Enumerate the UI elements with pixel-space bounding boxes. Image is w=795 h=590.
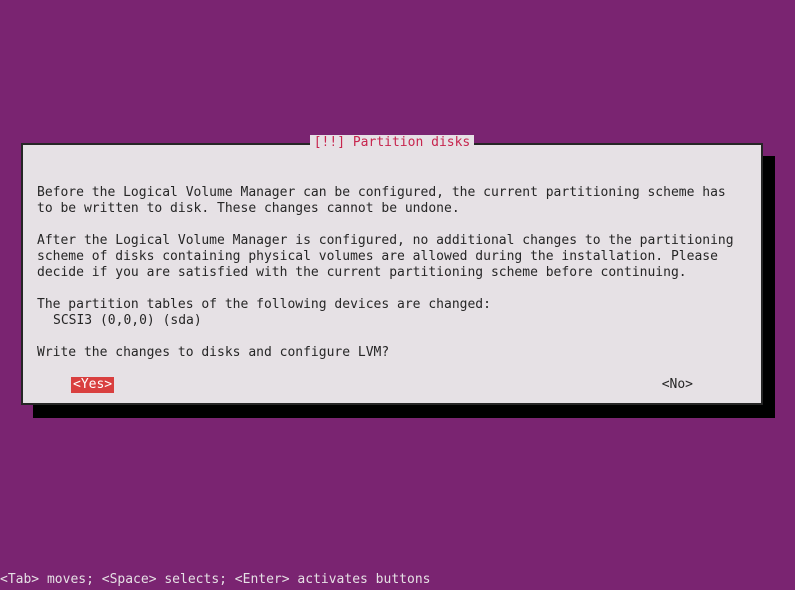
keyboard-hint-bar: <Tab> moves; <Space> selects; <Enter> ac… [0,572,430,590]
button-row: <Yes> <No> [37,377,747,393]
partition-disks-dialog: [!!] Partition disks Before the Logical … [21,143,763,405]
dialog-paragraph-1: Before the Logical Volume Manager can be… [37,185,747,217]
yes-button[interactable]: <Yes> [71,377,114,393]
dialog-question: Write the changes to disks and configure… [37,345,747,361]
device-entry: SCSI3 (0,0,0) (sda) [37,313,747,329]
no-button[interactable]: <No> [662,377,693,393]
dialog-body: Before the Logical Volume Manager can be… [23,145,761,407]
dialog-title: [!!] Partition disks [23,135,761,151]
dialog-title-text: [!!] Partition disks [310,135,475,150]
dialog-paragraph-2: After the Logical Volume Manager is conf… [37,233,747,281]
devices-header: The partition tables of the following de… [37,297,747,313]
